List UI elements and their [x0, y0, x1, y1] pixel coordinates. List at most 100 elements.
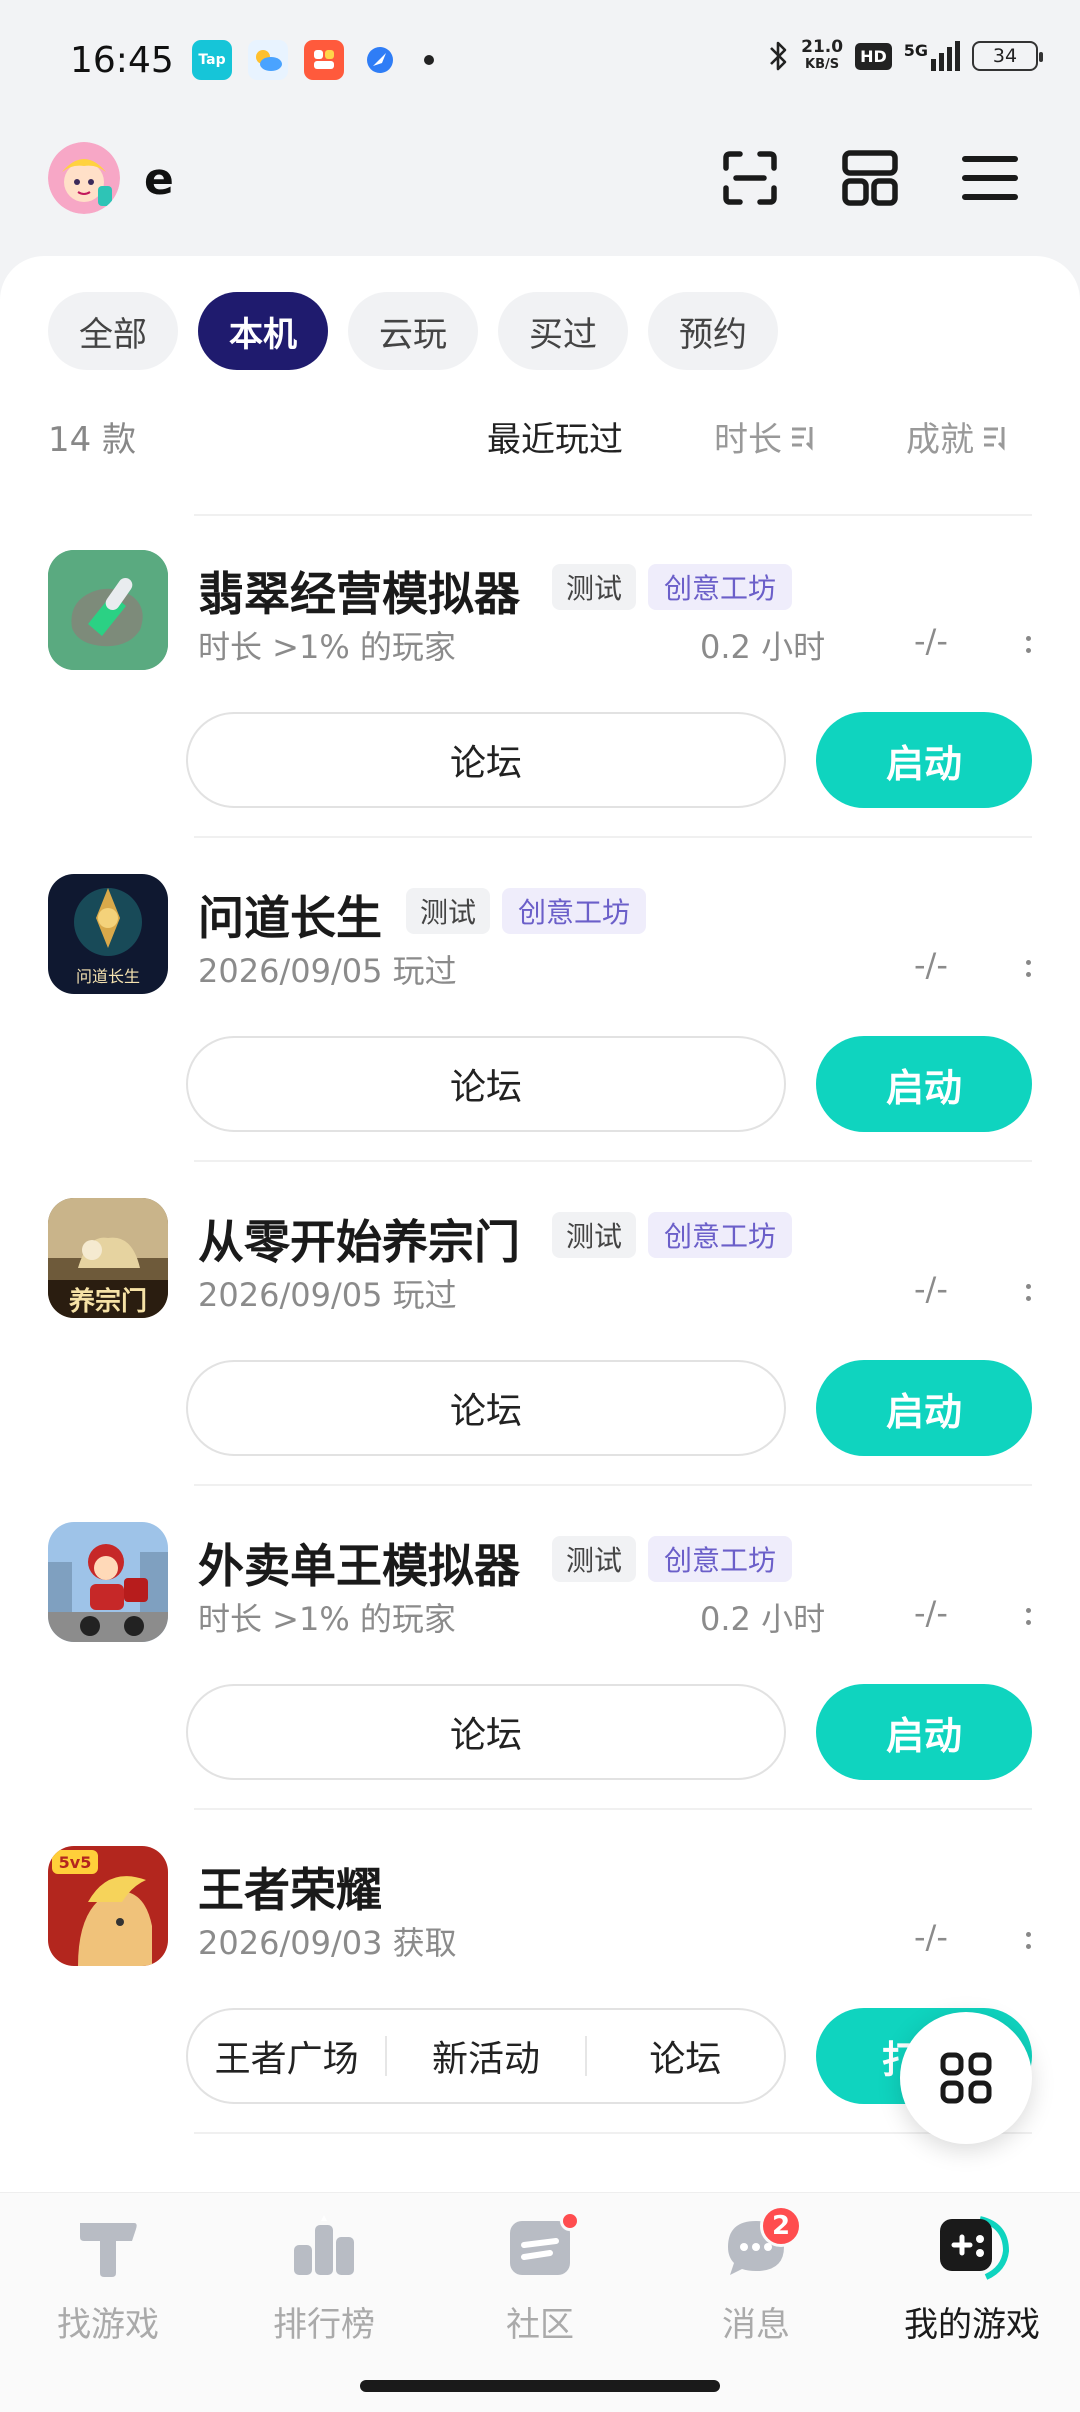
- ranking-icon: [288, 2211, 360, 2283]
- taptap-notification-icon: Tap: [192, 40, 232, 80]
- status-time: 16:45: [70, 40, 174, 81]
- game-count: 14 款: [48, 420, 137, 460]
- more-options-icon[interactable]: [1020, 1920, 1036, 1960]
- menu-icon[interactable]: [954, 142, 1026, 214]
- divider: [194, 514, 1032, 516]
- username[interactable]: e: [144, 154, 174, 205]
- nav-ranking[interactable]: 排行榜: [216, 2211, 432, 2346]
- more-options-icon[interactable]: [1020, 1596, 1036, 1636]
- game-library-panel: 全部 本机 云玩 买过 预约 14 款 最近玩过 时长 成就 翡翠经营模拟器 测…: [0, 256, 1080, 2192]
- events-button[interactable]: 新活动: [387, 2030, 584, 2082]
- nav-community[interactable]: 社区: [432, 2211, 648, 2346]
- game-playtime: 0.2 小时: [700, 1600, 826, 1638]
- tab-local[interactable]: 本机: [198, 292, 328, 370]
- home-indicator[interactable]: [360, 2380, 720, 2392]
- game-title[interactable]: 从零开始养宗门: [198, 1206, 520, 1272]
- game-achievement: -/-: [914, 1270, 948, 1308]
- bottom-navigation: 找游戏 排行榜 社区 2 消息 我的游戏: [0, 2192, 1080, 2412]
- hd-indicator: HD: [855, 42, 892, 70]
- shopping-notification-icon: [304, 40, 344, 80]
- network-speed: 21.0 KB/S: [801, 37, 844, 73]
- forum-button[interactable]: 论坛: [587, 2030, 784, 2082]
- my-games-icon: [936, 2211, 1010, 2283]
- forum-button[interactable]: 论坛: [186, 1360, 786, 1456]
- game-icon-jade[interactable]: [48, 550, 168, 670]
- sort-icon: [792, 426, 813, 451]
- notification-dot: [560, 2211, 580, 2231]
- more-notifications-dot: [424, 55, 434, 65]
- game-icon-zongmen[interactable]: 养宗门: [48, 1198, 168, 1318]
- tab-cloud[interactable]: 云玩: [348, 292, 478, 370]
- svg-text:养宗门: 养宗门: [68, 1286, 147, 1317]
- nav-my-games[interactable]: 我的游戏: [864, 2211, 1080, 2346]
- tag-test: 测试: [552, 1212, 636, 1258]
- scan-icon[interactable]: [714, 142, 786, 214]
- browser-notification-icon: [360, 40, 400, 80]
- svg-text:问道长生: 问道长生: [76, 967, 140, 986]
- more-options-icon[interactable]: [1020, 948, 1036, 988]
- find-games-icon: [72, 2211, 144, 2283]
- tab-reserved[interactable]: 预约: [648, 292, 778, 370]
- game-title[interactable]: 翡翠经营模拟器: [198, 558, 520, 624]
- unread-badge: 2: [760, 2205, 802, 2247]
- tag-test: 测试: [406, 888, 490, 934]
- battery-icon: 34: [972, 41, 1043, 71]
- more-options-icon[interactable]: [1020, 624, 1036, 664]
- tab-all[interactable]: 全部: [48, 292, 178, 370]
- game-icon-wendao[interactable]: 问道长生: [48, 874, 168, 994]
- sort-achievement[interactable]: 成就: [906, 412, 1008, 461]
- tag-workshop: 创意工坊: [502, 888, 646, 934]
- game-achievement: -/-: [914, 1594, 948, 1632]
- divider: [194, 1484, 1032, 1486]
- forum-button[interactable]: 论坛: [186, 712, 786, 808]
- game-subtitle: 时长 >1% 的玩家: [198, 1600, 456, 1638]
- game-title[interactable]: 问道长生: [198, 882, 382, 948]
- more-options-icon[interactable]: [1020, 1272, 1036, 1312]
- sort-playtime[interactable]: 时长: [714, 412, 816, 461]
- grid-layout-icon[interactable]: [834, 142, 906, 214]
- game-playtime: 0.2 小时: [700, 628, 826, 666]
- game-subtitle: 2026/09/05 玩过: [198, 1276, 457, 1314]
- notification-icons: Tap: [192, 40, 434, 80]
- svg-text:5v5: 5v5: [59, 1853, 92, 1872]
- user-avatar[interactable]: [48, 142, 120, 214]
- weather-notification-icon: [248, 40, 288, 80]
- divider: [194, 2132, 1032, 2134]
- game-achievement: -/-: [914, 946, 948, 984]
- forum-button[interactable]: 论坛: [186, 1684, 786, 1780]
- quick-menu-button[interactable]: [900, 2012, 1032, 2144]
- plaza-button[interactable]: 王者广场: [188, 2030, 385, 2082]
- divider: [194, 1160, 1032, 1162]
- divider: [194, 836, 1032, 838]
- tag-workshop: 创意工坊: [648, 1212, 792, 1258]
- nav-find-games[interactable]: 找游戏: [0, 2211, 216, 2346]
- bluetooth-icon: [770, 41, 787, 71]
- sort-icon: [984, 426, 1005, 451]
- game-title[interactable]: 外卖单王模拟器: [198, 1530, 520, 1596]
- game-title[interactable]: 王者荣耀: [198, 1854, 382, 1920]
- start-button[interactable]: 启动: [816, 1360, 1032, 1456]
- game-subtitle: 2026/09/03 获取: [198, 1924, 457, 1962]
- tab-purchased[interactable]: 买过: [498, 292, 628, 370]
- community-icon: [504, 2211, 580, 2283]
- tag-test: 测试: [552, 564, 636, 610]
- game-icon-honor-of-kings[interactable]: 5v5: [48, 1846, 168, 1966]
- game-achievement: -/-: [914, 1918, 948, 1956]
- forum-button[interactable]: 论坛: [186, 1036, 786, 1132]
- messages-icon: 2: [720, 2205, 802, 2283]
- game-subtitle: 时长 >1% 的玩家: [198, 628, 456, 666]
- divider: [194, 1808, 1032, 1810]
- start-button[interactable]: 启动: [816, 1036, 1032, 1132]
- apps-grid-icon: [940, 2052, 992, 2104]
- tag-workshop: 创意工坊: [648, 1536, 792, 1582]
- start-button[interactable]: 启动: [816, 1684, 1032, 1780]
- game-achievement: -/-: [914, 622, 948, 660]
- start-button[interactable]: 启动: [816, 712, 1032, 808]
- nav-messages[interactable]: 2 消息: [648, 2205, 864, 2346]
- sort-recent[interactable]: 最近玩过: [487, 412, 623, 461]
- tag-test: 测试: [552, 1536, 636, 1582]
- system-status-icons: 21.0 KB/S HD 5G 34: [767, 37, 1043, 74]
- signal-icon: 5G: [904, 41, 960, 71]
- game-icon-delivery[interactable]: [48, 1522, 168, 1642]
- game-subtitle: 2026/09/05 玩过: [198, 952, 457, 990]
